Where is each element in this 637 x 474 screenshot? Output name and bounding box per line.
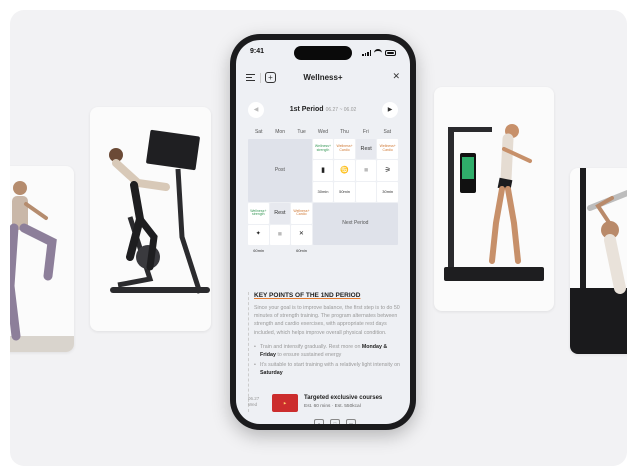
period-range: 06.27 ~ 06.02 — [325, 107, 357, 113]
app-header: + Wellness+ ✕ — [246, 70, 400, 86]
battery-icon — [385, 50, 396, 56]
cycling-icon: ♋ — [334, 160, 355, 181]
product-card-strength-machine — [434, 87, 554, 311]
rest-dot-icon: ■ — [269, 224, 291, 245]
period-name: 1st Period — [289, 106, 324, 113]
signal-icon — [362, 50, 371, 56]
strength-machine-icon: ▮ — [312, 160, 334, 181]
showcase-background: 9:41 + Wellness+ ✕ ◀ 1st Period 06.27 ~ 0… — [10, 10, 627, 466]
strength-machine-image — [444, 124, 544, 281]
period-selector: ◀ 1st Period 06.27 ~ 06.02 ▶ — [248, 102, 398, 118]
course-thumbnail: ▶ — [272, 394, 298, 412]
duration-label: 30min — [312, 181, 334, 203]
rest-day: Rest — [269, 203, 291, 224]
product-card-stretching — [10, 166, 74, 352]
weekday-label: Sat — [383, 129, 392, 135]
spin-bike-image — [109, 129, 210, 294]
headphones-icon[interactable]: ∩ — [314, 419, 324, 424]
course-item[interactable]: 06.27 Wed ▶ Targeted exclusive courses Es… — [248, 394, 398, 416]
duration-label: 60min — [253, 248, 265, 253]
status-bar: 9:41 — [250, 48, 396, 60]
empty-cell — [355, 181, 377, 203]
key-points-paragraph: Since your goal is to improve balance, t… — [254, 305, 400, 336]
app-title: Wellness+ — [303, 73, 343, 82]
product-card-cable-training — [570, 168, 627, 354]
product-card-spin-bike — [90, 107, 211, 331]
weekday-label: Tue — [297, 129, 306, 135]
strength-icon: ✦ — [248, 224, 269, 245]
session-tag-strength[interactable]: Wellness+ strength — [248, 203, 269, 224]
weekday-label: Wed — [317, 129, 329, 135]
list-item: Train and intensify gradually. Rest more… — [254, 343, 400, 359]
heart-rate-icon[interactable]: ♡ — [330, 419, 340, 424]
key-points-title: KEY POINTS OF THE 1ND PERIOD — [254, 292, 361, 299]
stretch-icon: ✕ — [291, 224, 312, 245]
equipment-icon[interactable]: ▭ — [346, 419, 356, 424]
course-title: Targeted exclusive courses — [304, 395, 383, 401]
phone-mockup: 9:41 + Wellness+ ✕ ◀ 1st Period 06.27 ~ 0… — [230, 34, 416, 430]
next-period-button[interactable]: ▶ — [382, 102, 398, 118]
course-tools: ∩ ♡ ▭ — [314, 419, 356, 424]
status-time: 9:41 — [250, 48, 265, 55]
key-points-section: KEY POINTS OF THE 1ND PERIOD Since your … — [254, 292, 400, 380]
rest-day: Rest — [355, 139, 377, 160]
key-points-list: Train and intensify gradually. Rest more… — [254, 343, 400, 378]
session-tag-cardio[interactable]: Wellness+ Cardio — [377, 139, 398, 160]
course-meta: Est. 60 mins · Est. 550kcal — [304, 404, 361, 409]
cable-training-image — [570, 168, 627, 354]
running-icon: ⚞ — [377, 160, 398, 181]
duration-label: 30min — [377, 181, 398, 203]
session-tag-cardio[interactable]: Wellness+ Cardio — [334, 139, 355, 160]
close-icon[interactable]: ✕ — [392, 71, 400, 82]
rest-dot-icon: ■ — [355, 160, 377, 181]
wifi-icon — [374, 49, 382, 57]
weekday-label: Fri — [362, 129, 369, 135]
weekday-label: Thu — [340, 129, 349, 135]
woman-stretching-image — [10, 181, 74, 352]
duration-label: 50min — [334, 181, 355, 203]
status-icons — [362, 49, 396, 57]
period-label: 1st Period 06.27 ~ 06.02 — [248, 106, 398, 113]
past-block: Post — [248, 139, 312, 203]
weekday-label: Mon — [275, 129, 285, 135]
weekday-header: Sat Mon Tue Wed Thu Fri Sat — [248, 129, 398, 135]
next-period-block: Next Period — [312, 203, 398, 245]
duration-label: 60min — [296, 248, 308, 253]
session-tag-cardio[interactable]: Wellness+ Cardio — [291, 203, 312, 224]
grid-footer-durations: 60min 60min — [248, 248, 398, 253]
list-item: It's suitable to start training with a r… — [254, 361, 400, 377]
schedule-grid: Post Wellness+ strength Wellness+ Cardio… — [248, 139, 398, 245]
course-date: 06.27 Wed — [248, 396, 260, 408]
app-screen: 9:41 + Wellness+ ✕ ◀ 1st Period 06.27 ~ 0… — [236, 40, 410, 424]
weekday-label: Sat — [254, 129, 263, 135]
session-tag-strength[interactable]: Wellness+ strength — [312, 139, 334, 160]
